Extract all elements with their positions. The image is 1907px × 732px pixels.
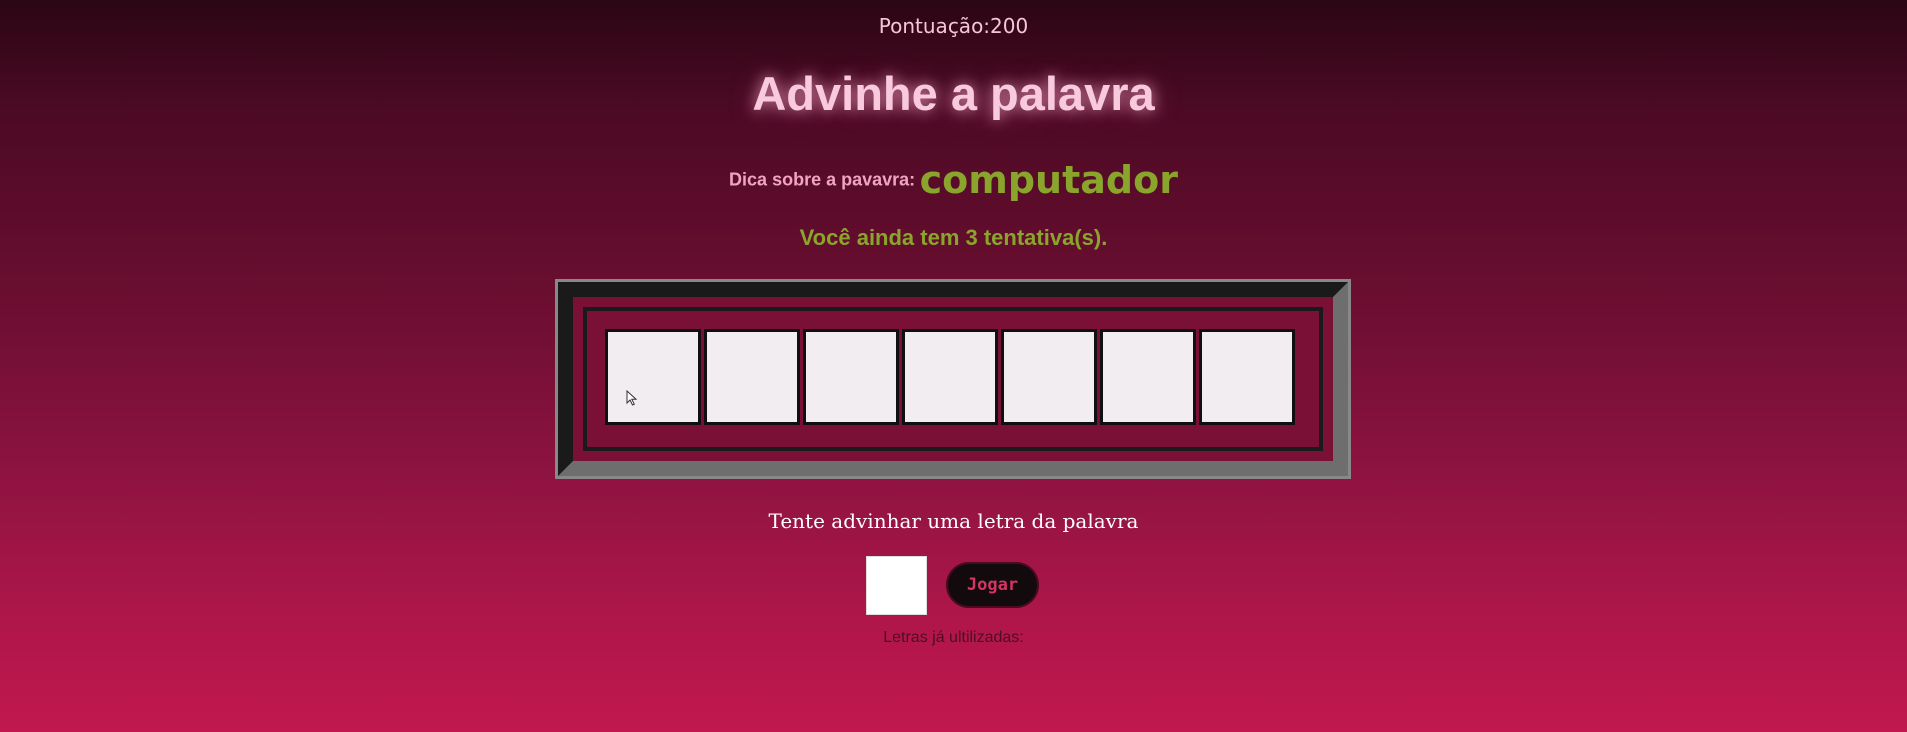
letter-slot (1199, 329, 1295, 425)
letter-slots (605, 329, 1298, 425)
letter-slot (1001, 329, 1097, 425)
mouse-pointer-icon (626, 390, 638, 406)
letter-slot (803, 329, 899, 425)
score-display: Pontuação:200 (878, 14, 1029, 38)
letter-slot (704, 329, 800, 425)
hint-word: computador (919, 158, 1178, 202)
page-title: Advinhe a palavra (752, 67, 1155, 120)
hint-label: Dica sobre a pavavra: (729, 169, 916, 190)
play-button[interactable]: Jogar (946, 562, 1039, 608)
letter-slot (1100, 329, 1196, 425)
hint-row: Dica sobre a pavavra: computador (0, 158, 1907, 202)
letter-slot (902, 329, 998, 425)
attempts-remaining: Você ainda tem 3 tentativa(s). (799, 225, 1108, 250)
letter-slot (605, 329, 701, 425)
used-letters-label: Letras já ultilizadas: (883, 629, 1024, 646)
guess-prompt: Tente advinhar uma letra da palavra (768, 509, 1139, 533)
letter-input[interactable] (866, 556, 927, 615)
